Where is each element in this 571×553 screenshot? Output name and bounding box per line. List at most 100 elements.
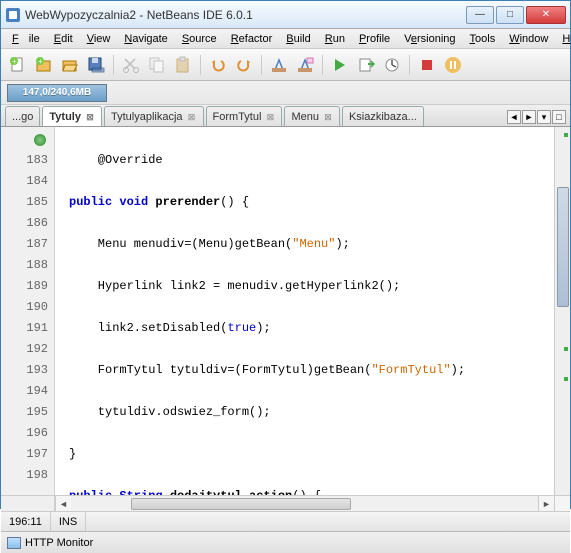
tab-go[interactable]: ...go <box>5 106 40 126</box>
toolbar-separator <box>261 55 262 75</box>
status-bar: 196:11 INS <box>1 511 570 531</box>
code-line: } <box>69 444 554 465</box>
line-number: 191 <box>1 318 48 339</box>
copy-icon[interactable] <box>146 54 168 76</box>
svg-text:+: + <box>12 57 17 66</box>
tab-menu[interactable]: Menu⊠ <box>284 106 340 126</box>
window-title: WebWypozyczalnia2 - NetBeans IDE 6.0.1 <box>25 8 466 22</box>
menu-file[interactable]: File <box>7 31 45 47</box>
run-main-icon[interactable] <box>329 54 351 76</box>
bottom-panel[interactable]: HTTP Monitor <box>1 531 570 553</box>
insert-mode[interactable]: INS <box>51 512 86 531</box>
tab-close-icon[interactable]: ⊠ <box>323 112 333 122</box>
menu-edit[interactable]: Edit <box>49 31 78 47</box>
scrollbar-thumb[interactable] <box>131 498 351 510</box>
profile-main-icon[interactable] <box>381 54 403 76</box>
paste-icon[interactable] <box>172 54 194 76</box>
cursor-position: 196:11 <box>1 512 51 531</box>
menu-versioning[interactable]: Versioning <box>399 31 460 47</box>
code-editor: 183 184 185 186 187 188 189 190 191 192 … <box>1 127 570 495</box>
menu-tools[interactable]: Tools <box>465 31 501 47</box>
code-line: FormTytul tytuldiv=(FormTytul)getBean("F… <box>69 360 554 381</box>
error-stripe-marker[interactable] <box>564 133 568 137</box>
editor-tabs: ...go Tytuly⊠ Tytulyaplikacja⊠ FormTytul… <box>1 105 570 127</box>
line-number: 187 <box>1 234 48 255</box>
line-gutter: 183 184 185 186 187 188 189 190 191 192 … <box>1 127 55 495</box>
menu-help[interactable]: Help <box>557 31 571 47</box>
undo-icon[interactable] <box>207 54 229 76</box>
menu-bar: File Edit View Navigate Source Refactor … <box>1 29 570 49</box>
menu-source[interactable]: Source <box>177 31 222 47</box>
toolbar-separator <box>200 55 201 75</box>
line-number: 189 <box>1 276 48 297</box>
tab-close-icon[interactable]: ⊠ <box>187 112 197 122</box>
line-number: 188 <box>1 255 48 276</box>
main-toolbar: + + <box>1 49 570 81</box>
line-number: 195 <box>1 402 48 423</box>
vertical-scrollbar[interactable] <box>554 127 570 495</box>
clean-build-icon[interactable] <box>294 54 316 76</box>
tab-scroll-left-icon[interactable]: ◄ <box>507 110 521 124</box>
line-number: 193 <box>1 360 48 381</box>
menu-view[interactable]: View <box>82 31 116 47</box>
tab-maximize-icon[interactable]: □ <box>552 110 566 124</box>
line-number: 186 <box>1 213 48 234</box>
override-glyph-icon[interactable] <box>34 134 46 146</box>
maximize-button[interactable]: □ <box>496 6 524 24</box>
open-project-icon[interactable] <box>59 54 81 76</box>
code-line: Menu menudiv=(Menu)getBean("Menu"); <box>69 234 554 255</box>
toolbar-separator <box>322 55 323 75</box>
menu-refactor[interactable]: Refactor <box>226 31 278 47</box>
line-number: 197 <box>1 444 48 465</box>
tab-tytuly[interactable]: Tytuly⊠ <box>42 106 102 126</box>
override-gutter-row <box>1 129 48 150</box>
new-project-icon[interactable]: + <box>33 54 55 76</box>
menu-navigate[interactable]: Navigate <box>119 31 172 47</box>
line-number: 198 <box>1 465 48 486</box>
line-number: 190 <box>1 297 48 318</box>
line-number: 183 <box>1 150 48 171</box>
debug-main-icon[interactable] <box>355 54 377 76</box>
http-monitor-icon <box>7 537 21 549</box>
tab-tytulyaplikacja[interactable]: Tytulyaplikacja⊠ <box>104 106 204 126</box>
pause-icon[interactable] <box>442 54 464 76</box>
stop-icon[interactable] <box>416 54 438 76</box>
tab-scroll-right-icon[interactable]: ► <box>522 110 536 124</box>
menu-build[interactable]: Build <box>281 31 315 47</box>
svg-text:+: + <box>38 57 43 66</box>
window-buttons: — □ ✕ <box>466 6 566 24</box>
line-number: 194 <box>1 381 48 402</box>
code-area[interactable]: @Override public void prerender() { Menu… <box>55 127 554 495</box>
build-main-icon[interactable] <box>268 54 290 76</box>
code-line: public String dodajtytul_action() { <box>69 486 554 495</box>
close-button[interactable]: ✕ <box>526 6 566 24</box>
menu-run[interactable]: Run <box>320 31 350 47</box>
toolbar-separator <box>409 55 410 75</box>
tab-nav: ◄ ► ▾ □ <box>507 110 566 126</box>
line-number: 196 <box>1 423 48 444</box>
code-line: Hyperlink link2 = menudiv.getHyperlink2(… <box>69 276 554 297</box>
tab-formtytul[interactable]: FormTytul⊠ <box>206 106 283 126</box>
redo-icon[interactable] <box>233 54 255 76</box>
tab-dropdown-icon[interactable]: ▾ <box>537 110 551 124</box>
error-stripe-marker[interactable] <box>564 377 568 381</box>
save-all-icon[interactable] <box>85 54 107 76</box>
menu-profile[interactable]: Profile <box>354 31 395 47</box>
memory-indicator[interactable]: 147,0/240,6MB <box>7 84 107 102</box>
minimize-button[interactable]: — <box>466 6 494 24</box>
memory-row: 147,0/240,6MB <box>1 81 570 105</box>
scrollbar-thumb[interactable] <box>557 187 569 307</box>
toolbar-separator <box>113 55 114 75</box>
tab-ksiazkibaza[interactable]: Ksiazkibaza... <box>342 106 424 126</box>
line-number: 185 <box>1 192 48 213</box>
menu-window[interactable]: Window <box>504 31 553 47</box>
new-file-icon[interactable]: + <box>7 54 29 76</box>
tab-close-icon[interactable]: ⊠ <box>265 112 275 122</box>
http-monitor-label: HTTP Monitor <box>25 537 93 549</box>
app-icon <box>5 7 21 23</box>
code-line: tytuldiv.odswiez_form(); <box>69 402 554 423</box>
window-titlebar: WebWypozyczalnia2 - NetBeans IDE 6.0.1 —… <box>1 1 570 29</box>
tab-close-icon[interactable]: ⊠ <box>85 112 95 122</box>
error-stripe-marker[interactable] <box>564 347 568 351</box>
cut-icon[interactable] <box>120 54 142 76</box>
